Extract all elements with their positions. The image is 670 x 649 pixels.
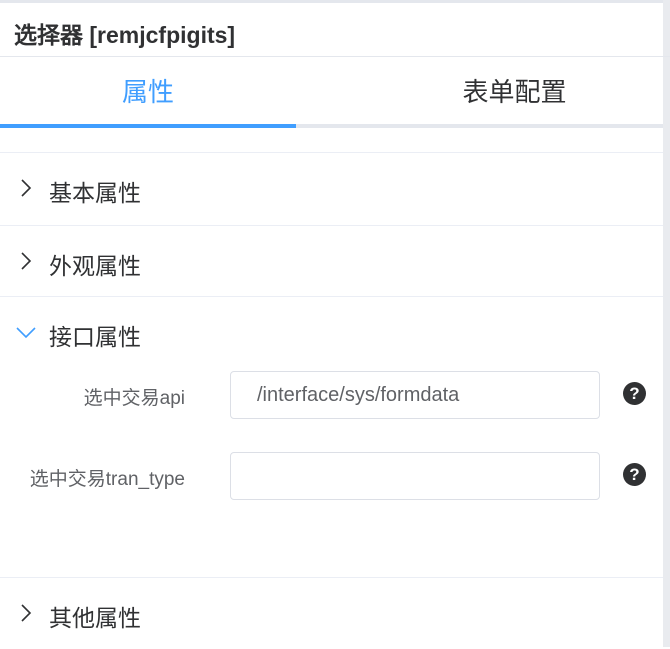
tab-bar: 属性 表单配置 (0, 58, 663, 128)
section-label: 基本属性 (49, 180, 141, 206)
scrollbar-track[interactable] (663, 0, 670, 647)
chevron-right-icon (21, 604, 32, 622)
field-label: 选中交易tran_type (29, 469, 185, 490)
section-appearance-properties[interactable]: 外观属性 (0, 227, 663, 297)
help-icon[interactable]: ? (623, 382, 646, 405)
active-tab-indicator (0, 124, 296, 128)
chevron-down-icon (16, 327, 36, 339)
section-interface-properties[interactable]: 接口属性 (0, 298, 663, 368)
form-row-tran-type: 选中交易tran_type ? (0, 452, 663, 502)
form-row-trade-api: 选中交易api ? (0, 371, 663, 421)
section-label: 接口属性 (49, 324, 141, 350)
chevron-right-icon (21, 179, 32, 197)
divider (0, 577, 663, 578)
field-label: 选中交易api (83, 388, 185, 409)
trade-api-input[interactable] (230, 371, 600, 419)
tab-underline (0, 124, 663, 128)
chevron-right-icon (21, 252, 32, 270)
help-icon[interactable]: ? (623, 463, 646, 486)
tab-properties[interactable]: 属性 (0, 58, 296, 124)
tab-form-config[interactable]: 表单配置 (366, 58, 663, 124)
divider (0, 225, 663, 226)
panel-title: 选择器 [remjcfpigits] (14, 22, 236, 48)
section-other-properties[interactable]: 其他属性 (0, 579, 663, 649)
section-label: 其他属性 (49, 605, 141, 631)
panel-header: 选择器 [remjcfpigits] (0, 3, 670, 57)
divider (0, 296, 663, 297)
divider (0, 152, 663, 153)
section-label: 外观属性 (49, 253, 141, 279)
tran-type-input[interactable] (230, 452, 600, 500)
section-basic-properties[interactable]: 基本属性 (0, 154, 663, 224)
